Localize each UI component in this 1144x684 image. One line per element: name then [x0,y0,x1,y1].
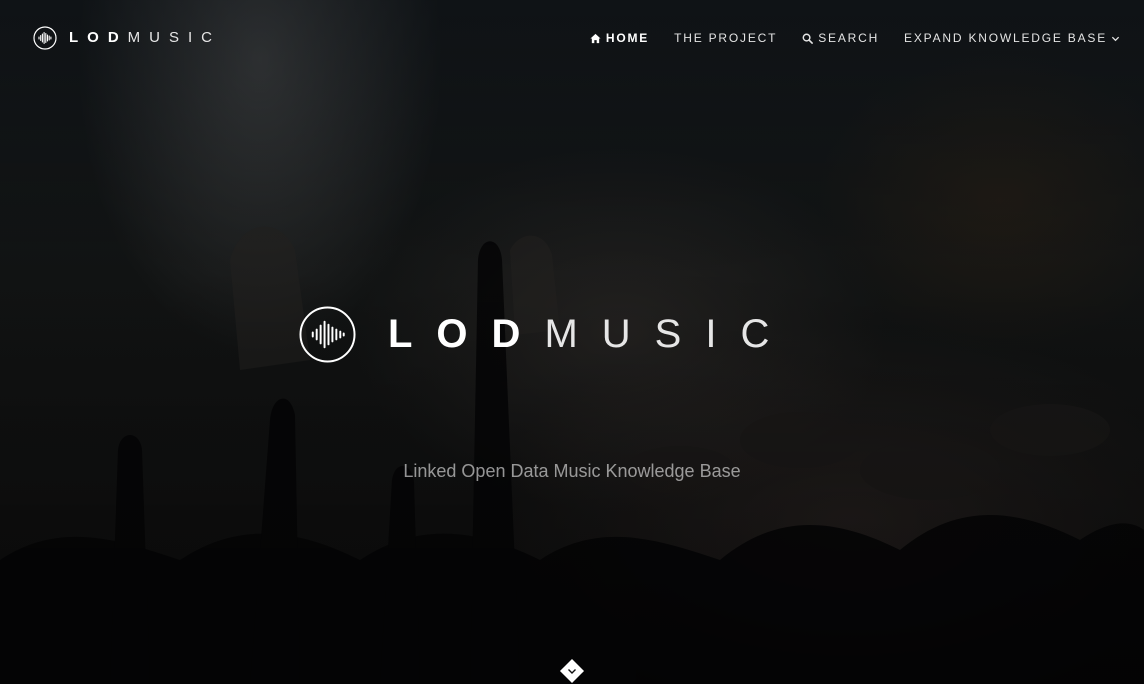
nav-item-the-project-label: THE PROJECT [674,31,778,45]
top-navbar: LODMUSIC HOME THE PROJECT SEARCH EXPAND … [0,0,1144,76]
nav-item-expand-knowledge-base-label: EXPAND KNOWLEDGE BASE [904,31,1107,45]
nav-menu: HOME THE PROJECT SEARCH EXPAND KNOWLEDGE… [565,30,1120,46]
nav-item-search-label: SEARCH [818,31,880,45]
brand-bold-text: LOD [69,29,128,46]
soundwave-icon [299,305,356,363]
chevron-down-icon [1111,36,1120,41]
nav-item-expand-knowledge-base[interactable]: EXPAND KNOWLEDGE BASE [904,30,1120,46]
hero-title-bold: LOD [388,312,545,356]
soundwave-icon [33,26,57,50]
scroll-down-button[interactable] [559,658,585,684]
brand-wordmark: LODMUSIC [69,25,221,51]
nav-item-home[interactable]: HOME [590,30,649,46]
hero-logo: LODMUSIC [299,305,793,363]
home-icon [590,33,601,43]
nav-item-search[interactable]: SEARCH [802,30,879,46]
nav-item-home-label: HOME [605,31,650,45]
brand-thin-text: MUSIC [127,29,222,46]
hero-title-thin: MUSIC [544,312,794,356]
search-icon [802,33,814,44]
hero-tagline: Linked Open Data Music Knowledge Base [403,461,741,481]
nav-item-the-project[interactable]: THE PROJECT [674,30,777,46]
brand-logo-link[interactable]: LODMUSIC [33,25,221,51]
hero-wordmark: LODMUSIC [388,305,793,363]
